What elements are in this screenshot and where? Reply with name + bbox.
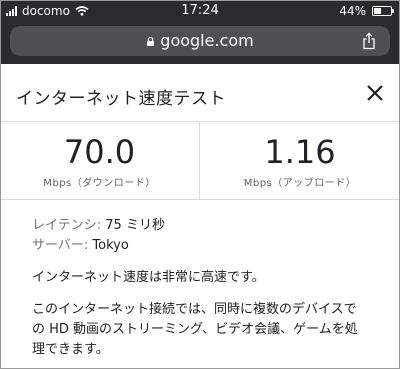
server-label: サーバー: — [32, 238, 93, 253]
url-display[interactable]: google.com — [10, 31, 390, 50]
browser-toolbar: google.com — [0, 22, 400, 64]
share-icon[interactable] — [362, 32, 376, 50]
battery-percent: 44% — [339, 4, 366, 18]
description-line: 理できます。 — [32, 342, 109, 357]
latency-row: レイテンシ: 75 ミリ秒 — [32, 216, 384, 236]
speed-results: 70.0 Mbps（ダウンロード） 1.16 Mbps（アップロード） — [0, 122, 400, 200]
download-speed-value: 70.0 — [63, 133, 136, 171]
upload-speed-label: Mbps（アップロード） — [243, 178, 357, 189]
battery-icon — [372, 6, 394, 16]
battery-fill — [374, 8, 382, 14]
panel-header: インターネット速度テスト — [0, 64, 400, 122]
download-result: 70.0 Mbps（ダウンロード） — [0, 122, 200, 200]
server-row: サーバー: Tokyo — [32, 236, 384, 256]
result-details: レイテンシ: 75 ミリ秒 サーバー: Tokyo インターネット速度は非常に高… — [32, 216, 384, 360]
download-speed-label: Mbps（ダウンロード） — [43, 178, 156, 189]
upload-speed-value: 1.16 — [264, 133, 336, 171]
address-bar[interactable]: google.com — [10, 26, 390, 56]
lock-icon — [147, 37, 155, 46]
url-text: google.com — [160, 31, 254, 50]
description-line: の HD 動画のストリーミング、ビデオ会議、ゲームを処 — [32, 322, 358, 337]
description-line: このインターネット接続では、同時に複数のデバイスで — [32, 302, 357, 317]
battery-info: 44% — [339, 4, 394, 18]
status-bar: docomo 17:24 44% — [0, 0, 400, 22]
speed-description: このインターネット接続では、同時に複数のデバイスで の HD 動画のストリーミン… — [32, 300, 384, 360]
latency-label: レイテンシ: — [32, 218, 106, 233]
upload-result: 1.16 Mbps（アップロード） — [200, 122, 400, 200]
close-icon[interactable] — [366, 84, 384, 102]
speed-verdict: インターネット速度は非常に高速です。 — [32, 270, 265, 285]
latency-value: 75 ミリ秒 — [105, 218, 165, 233]
page-title: インターネット速度テスト — [16, 89, 226, 109]
server-value: Tokyo — [92, 238, 129, 253]
